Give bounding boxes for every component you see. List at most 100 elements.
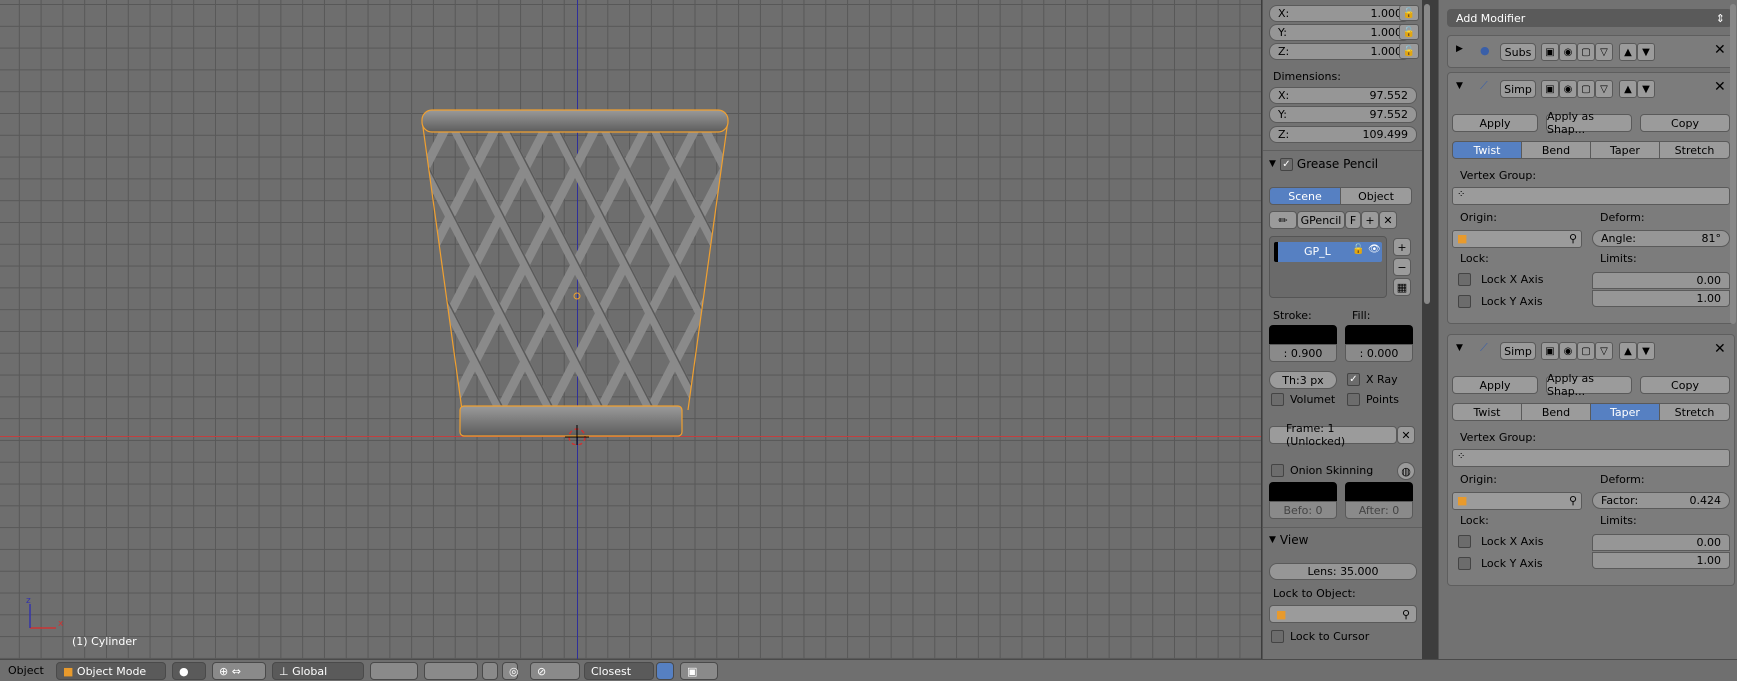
vertex-group-field[interactable]: ⁘	[1452, 449, 1730, 467]
npanel-scrollbar[interactable]	[1424, 4, 1430, 304]
eyedropper-icon[interactable]: ⚲	[1569, 494, 1577, 507]
limit-min-field[interactable]: 0.00	[1592, 534, 1730, 551]
render-icon[interactable]: ▣	[1541, 43, 1559, 61]
modifier-scrollbar[interactable]	[1730, 4, 1736, 324]
lock-x-toggle[interactable]: Lock X Axis	[1458, 273, 1543, 286]
layer-special-icon[interactable]: ▦	[1393, 278, 1411, 296]
tab-bend[interactable]: Bend	[1521, 141, 1591, 159]
modifier-name-field[interactable]: Subs	[1500, 43, 1536, 61]
cage-icon[interactable]: ▽	[1595, 43, 1613, 61]
scale-y-field[interactable]: Y: 1.000	[1269, 24, 1411, 41]
limit-max-field[interactable]: 1.00	[1592, 552, 1730, 569]
frame-field[interactable]: Frame: 1 (Unlocked)	[1269, 422, 1397, 448]
close-icon[interactable]: ✕	[1397, 426, 1415, 444]
basket-mesh[interactable]	[410, 80, 740, 445]
scale-z-field[interactable]: Z: 1.000	[1269, 43, 1411, 60]
layers-row-2[interactable]	[424, 662, 478, 680]
mode-dropdown[interactable]: ■ Object Mode	[56, 662, 166, 680]
tab-stretch[interactable]: Stretch	[1659, 403, 1730, 421]
move-down-icon[interactable]: ▼	[1637, 342, 1655, 360]
close-icon[interactable]: ✕	[1714, 341, 1726, 357]
object-menu[interactable]: Object	[8, 664, 44, 677]
eye-icon[interactable]: ◉	[1559, 80, 1577, 98]
render-icon[interactable]: ▣	[1541, 342, 1559, 360]
stroke-opacity-field[interactable]: : 0.900	[1269, 344, 1337, 362]
simple-deform-modifier-1[interactable]: ▼ ⟋ Simp ▣ ◉ ▢ ▽ ▲ ▼ ✕ Apply Apply as Sh…	[1447, 72, 1735, 324]
lock-y-checkbox[interactable]	[1458, 295, 1471, 308]
properties-side-panel[interactable]: X: 1.000 🔓 Y: 1.000 🔓 Z: 1.000 🔓 Dimensions…	[1262, 0, 1422, 659]
layer-list[interactable]: GP_L 🔓 👁	[1269, 236, 1387, 298]
snap-toggle[interactable]: ⊘	[530, 662, 580, 680]
origin-field[interactable]: ■ ⚲	[1452, 492, 1582, 510]
dimension-z-field[interactable]: Z: 109.499	[1269, 126, 1417, 143]
tab-scene[interactable]: Scene	[1269, 187, 1341, 205]
lock-y-toggle[interactable]: Lock Y Axis	[1458, 295, 1543, 308]
gpencil-name-field[interactable]: GPencil	[1297, 211, 1345, 229]
eye-icon[interactable]: ◉	[1559, 43, 1577, 61]
eye-icon[interactable]: 👁	[1368, 244, 1381, 255]
color-wheel-icon[interactable]: ◍	[1397, 462, 1415, 480]
eyedropper-icon[interactable]: ⚲	[1402, 608, 1410, 621]
subsurf-modifier[interactable]: ▶ ● Subs ▣ ◉ ▢ ▽ ▲ ▼ ✕	[1447, 35, 1735, 68]
factor-field[interactable]: Factor: 0.424	[1592, 492, 1730, 509]
lock-x-checkbox[interactable]	[1458, 535, 1471, 548]
tab-stretch[interactable]: Stretch	[1659, 141, 1730, 159]
editmode-icon[interactable]: ▢	[1577, 342, 1595, 360]
lock-layers-icon[interactable]	[482, 662, 498, 680]
modifier-name-field[interactable]: Simp	[1500, 80, 1536, 98]
volumetric-toggle[interactable]: Volumet	[1271, 393, 1335, 406]
limit-max-field[interactable]: 1.00	[1592, 290, 1730, 307]
dimension-x-field[interactable]: X: 97.552	[1269, 87, 1417, 104]
fake-user-button[interactable]: F	[1345, 211, 1361, 229]
close-icon[interactable]: ✕	[1714, 42, 1726, 58]
eye-icon[interactable]: ◉	[1559, 342, 1577, 360]
add-layer-icon[interactable]: +	[1393, 238, 1411, 256]
proportional-edit-icon[interactable]: ◎	[502, 662, 519, 680]
stroke-color-swatch[interactable]	[1269, 325, 1337, 345]
lock-object-field[interactable]: ■ ⚲	[1269, 605, 1417, 623]
viewport-header[interactable]: Object ■ Object Mode ● ⊕ ⇔ ⊥ Global ◎ ⊘ …	[0, 659, 1737, 681]
move-up-icon[interactable]: ▲	[1619, 80, 1637, 98]
collapse-triangle-icon[interactable]: ▼	[1456, 81, 1463, 91]
collapse-triangle-icon[interactable]: ▼	[1456, 343, 1463, 353]
cage-icon[interactable]: ▽	[1595, 342, 1613, 360]
points-checkbox[interactable]	[1347, 393, 1360, 406]
fill-opacity-field[interactable]: : 0.000	[1345, 344, 1413, 362]
lens-field[interactable]: Lens: 35.000	[1269, 563, 1417, 580]
vertex-group-field[interactable]: ⁘	[1452, 187, 1730, 205]
apply-button[interactable]: Apply	[1452, 376, 1538, 394]
collapse-triangle-icon[interactable]: ▼	[1269, 159, 1276, 169]
lock-y-toggle[interactable]: Lock Y Axis	[1458, 557, 1543, 570]
simple-deform-modifier-2[interactable]: ▼ ⟋ Simp ▣ ◉ ▢ ▽ ▲ ▼ ✕ Apply Apply as Sh…	[1447, 334, 1735, 586]
xray-checkbox[interactable]: ✓	[1347, 373, 1360, 386]
angle-field[interactable]: Angle: 81°	[1592, 230, 1730, 247]
apply-as-shape-button[interactable]: Apply as Shap...	[1546, 110, 1632, 136]
editmode-icon[interactable]: ▢	[1577, 43, 1595, 61]
tab-taper[interactable]: Taper	[1590, 141, 1660, 159]
remove-layer-icon[interactable]: −	[1393, 258, 1411, 276]
cage-icon[interactable]: ▽	[1595, 80, 1613, 98]
close-icon[interactable]: ✕	[1714, 79, 1726, 95]
lock-icon[interactable]: 🔓	[1399, 24, 1419, 40]
dimension-y-field[interactable]: Y: 97.552	[1269, 106, 1417, 123]
layers-row-1[interactable]	[370, 662, 418, 680]
close-icon[interactable]: ✕	[1379, 211, 1397, 229]
apply-as-shape-button[interactable]: Apply as Shap...	[1546, 372, 1632, 398]
onion-before-color[interactable]	[1269, 482, 1337, 502]
apply-button[interactable]: Apply	[1452, 114, 1538, 132]
snap-target-dropdown[interactable]: Closest	[584, 662, 654, 680]
onion-checkbox[interactable]	[1271, 464, 1284, 477]
grease-pencil-header[interactable]: ▼ ✓ Grease Pencil	[1269, 157, 1378, 171]
lock-cursor-toggle[interactable]: Lock to Cursor	[1271, 630, 1369, 643]
onion-before-field[interactable]: Befo: 0	[1269, 501, 1337, 519]
scale-x-field[interactable]: X: 1.000	[1269, 5, 1411, 22]
tab-bend[interactable]: Bend	[1521, 403, 1591, 421]
move-down-icon[interactable]: ▼	[1637, 80, 1655, 98]
render-preview-icons[interactable]: ▣	[680, 662, 718, 680]
move-up-icon[interactable]: ▲	[1619, 43, 1637, 61]
lock-icon[interactable]: 🔓	[1352, 244, 1364, 255]
tab-taper[interactable]: Taper	[1590, 403, 1660, 421]
lock-icon[interactable]: 🔓	[1399, 5, 1419, 21]
editmode-icon[interactable]: ▢	[1577, 80, 1595, 98]
copy-button[interactable]: Copy	[1640, 114, 1730, 132]
